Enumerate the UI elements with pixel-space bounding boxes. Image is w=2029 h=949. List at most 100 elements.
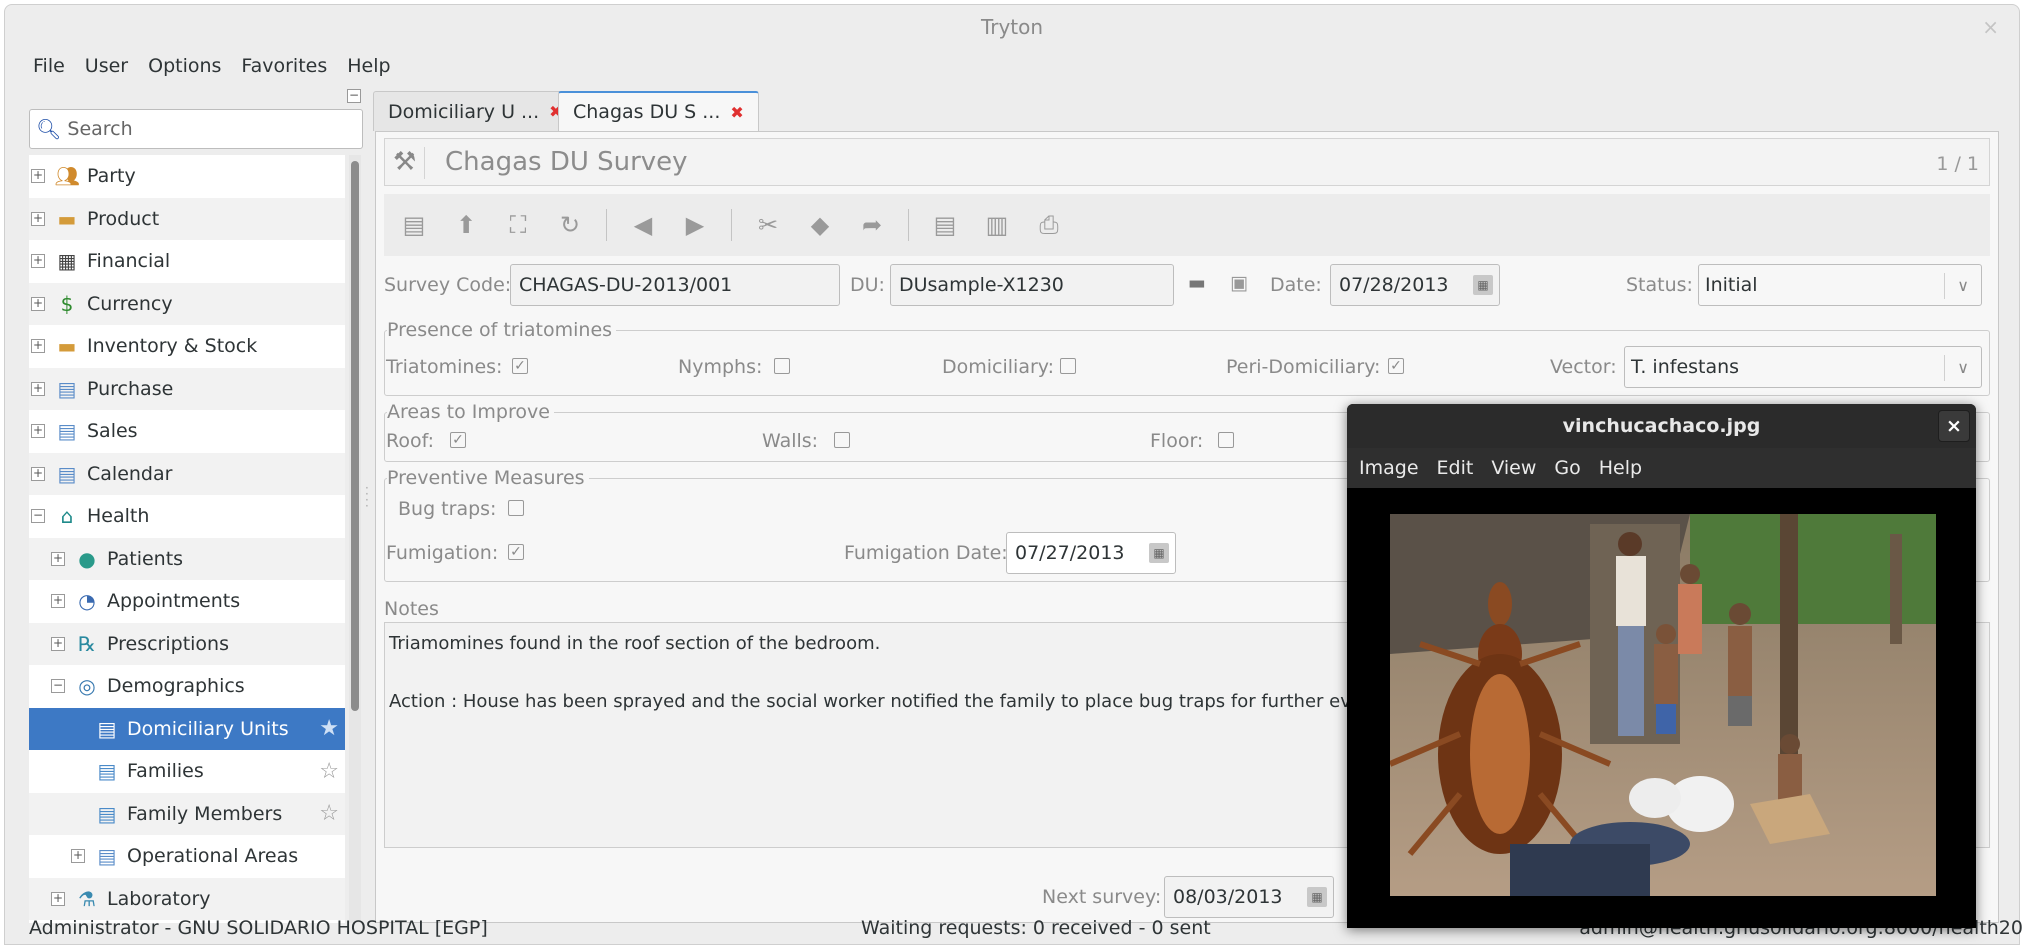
sidebar-item-laboratory[interactable]: + ⚗ Laboratory — [29, 877, 345, 920]
email-icon[interactable]: ▥ — [981, 209, 1013, 241]
pane-splitter[interactable]: · · · · — [365, 482, 369, 512]
favorite-star-icon[interactable]: ☆ — [319, 759, 339, 784]
sidebar-item-financial[interactable]: + ▦ Financial — [29, 240, 345, 283]
status-select[interactable]: Initial ∨ — [1698, 264, 1982, 306]
triatomines-checkbox[interactable]: ✓ — [512, 358, 528, 374]
expand-icon[interactable]: + — [31, 211, 45, 226]
roof-checkbox[interactable]: ✓ — [450, 432, 466, 448]
expand-icon[interactable]: + — [31, 254, 45, 269]
sidebar-item-label: Financial — [87, 250, 171, 273]
folder-icon: ▤ — [97, 844, 117, 869]
sidebar-item-sales[interactable]: + ▤ Sales — [29, 410, 345, 453]
sidebar-item-demographics[interactable]: − ◎ Demographics — [29, 665, 345, 708]
viewer-menu-edit[interactable]: Edit — [1437, 457, 1474, 479]
tab-chagas-survey[interactable]: Chagas DU S ... ✖ — [558, 91, 759, 131]
menu-file[interactable]: File — [33, 55, 65, 85]
sidebar-item-purchase[interactable]: + ▤ Purchase — [29, 367, 345, 410]
du-field[interactable]: DUsample-X1230 — [890, 264, 1174, 306]
open-folder-icon[interactable]: ▬ — [1188, 272, 1206, 294]
collapse-icon[interactable]: − — [51, 679, 65, 694]
expand-icon[interactable]: + — [51, 636, 65, 651]
expand-icon[interactable]: + — [31, 381, 45, 396]
search-record-icon[interactable]: ▣ — [1230, 272, 1248, 294]
favorite-star-icon[interactable]: ☆ — [319, 801, 339, 826]
sidebar-scrollbar[interactable] — [349, 155, 361, 923]
fumigation-date-value: 07/27/2013 — [1015, 542, 1125, 564]
expand-icon[interactable]: + — [51, 551, 65, 566]
viewer-menu-go[interactable]: Go — [1554, 457, 1580, 479]
menu-options[interactable]: Options — [148, 55, 221, 85]
currency-icon: $ — [60, 291, 74, 316]
sidebar-item-families[interactable]: ▤ Families ☆ — [29, 750, 345, 793]
sidebar-item-domiciliary-units[interactable]: ▤ Domiciliary Units ★ — [29, 707, 345, 750]
folder-icon: ▤ — [57, 461, 77, 486]
expand-icon[interactable]: + — [71, 849, 85, 864]
sidebar-item-family-members[interactable]: ▤ Family Members ☆ — [29, 792, 345, 835]
expand-icon[interactable]: + — [31, 339, 45, 354]
date-field[interactable]: 07/28/2013 ▦ — [1330, 264, 1500, 306]
new-record-icon[interactable]: ▤ — [398, 209, 430, 241]
expand-icon[interactable]: + — [31, 296, 45, 311]
switch-view-icon[interactable]: ⛶ — [502, 209, 534, 241]
viewer-menu-image[interactable]: Image — [1359, 457, 1419, 479]
nymphs-checkbox[interactable] — [774, 358, 790, 374]
scrollbar-thumb[interactable] — [351, 161, 359, 711]
expand-icon[interactable]: + — [31, 466, 45, 481]
sidebar-item-currency[interactable]: + $ Currency — [29, 282, 345, 325]
viewer-menu-help[interactable]: Help — [1599, 457, 1642, 479]
calendar-icon[interactable]: ▦ — [1149, 543, 1169, 563]
globe-icon: ◎ — [78, 674, 96, 699]
fumigation-date-field[interactable]: 07/27/2013 ▦ — [1006, 532, 1176, 574]
sidebar-item-operational-areas[interactable]: + ▤ Operational Areas — [29, 835, 345, 878]
next-survey-field[interactable]: 08/03/2013 ▦ — [1164, 876, 1334, 918]
expand-icon[interactable]: + — [51, 594, 65, 609]
report-icon[interactable]: ▤ — [929, 209, 961, 241]
sidebar-item-prescriptions[interactable]: + ℞ Prescriptions — [29, 622, 345, 665]
calendar-icon[interactable]: ▦ — [1473, 275, 1493, 295]
peri-domiciliary-checkbox[interactable]: ✓ — [1388, 358, 1404, 374]
previous-icon[interactable]: ◀ — [627, 209, 659, 241]
viewer-close-button[interactable]: × — [1938, 410, 1970, 442]
sidebar-item-inventory-stock[interactable]: + ▬ Inventory & Stock — [29, 325, 345, 368]
menu-user[interactable]: User — [85, 55, 128, 85]
domiciliary-checkbox[interactable] — [1060, 358, 1076, 374]
relate-icon[interactable]: ➦ — [856, 209, 888, 241]
close-tab-icon[interactable]: ✖ — [730, 103, 743, 122]
sidebar-item-calendar[interactable]: + ▤ Calendar — [29, 452, 345, 495]
sidebar-item-appointments[interactable]: + ◔ Appointments — [29, 580, 345, 623]
vector-select[interactable]: T. infestans ∨ — [1624, 346, 1982, 388]
date-label: Date: — [1270, 274, 1322, 296]
viewer-menu-view[interactable]: View — [1491, 457, 1536, 479]
window-close-button[interactable]: × — [1982, 5, 1999, 49]
menu-help[interactable]: Help — [347, 55, 390, 85]
search-input[interactable]: Search — [67, 118, 132, 140]
reload-icon[interactable]: ↻ — [554, 209, 586, 241]
floor-checkbox[interactable] — [1218, 432, 1234, 448]
print-icon[interactable]: ⎙ — [1033, 209, 1065, 241]
next-icon[interactable]: ▶ — [679, 209, 711, 241]
search-box[interactable]: 🔍︎ Search — [29, 109, 363, 149]
sidebar-item-patients[interactable]: + ● Patients — [29, 537, 345, 580]
survey-code-field[interactable]: CHAGAS-DU-2013/001 — [510, 264, 840, 306]
expand-icon[interactable]: + — [31, 169, 45, 184]
calendar-icon[interactable]: ▦ — [1307, 887, 1327, 907]
tab-domiciliary-units[interactable]: Domiciliary U ... ✖ — [373, 91, 578, 131]
expand-icon[interactable]: + — [51, 891, 65, 906]
walls-checkbox[interactable] — [834, 432, 850, 448]
attachment-icon[interactable]: ✂ — [752, 209, 784, 241]
sidebar-item-label: Inventory & Stock — [87, 335, 258, 358]
sidebar-collapse-button[interactable]: − — [347, 89, 361, 103]
save-icon[interactable]: ⬆ — [450, 209, 482, 241]
sidebar-item-health[interactable]: − ⌂ Health — [29, 495, 345, 538]
menu-favorites[interactable]: Favorites — [241, 55, 327, 85]
collapse-icon[interactable]: − — [31, 509, 45, 524]
lab-icon: ⚗ — [78, 886, 96, 911]
fumigation-checkbox[interactable]: ✓ — [508, 544, 524, 560]
expand-icon[interactable]: + — [31, 424, 45, 439]
bug-traps-checkbox[interactable] — [508, 500, 524, 516]
favorite-star-icon[interactable]: ★ — [319, 716, 339, 741]
sidebar-item-product[interactable]: + ▬ Product — [29, 197, 345, 240]
wrench-icon[interactable]: ⚒ — [393, 147, 425, 179]
action-icon[interactable]: ◆ — [804, 209, 836, 241]
sidebar-item-party[interactable]: + 👥︎ Party — [29, 155, 345, 198]
